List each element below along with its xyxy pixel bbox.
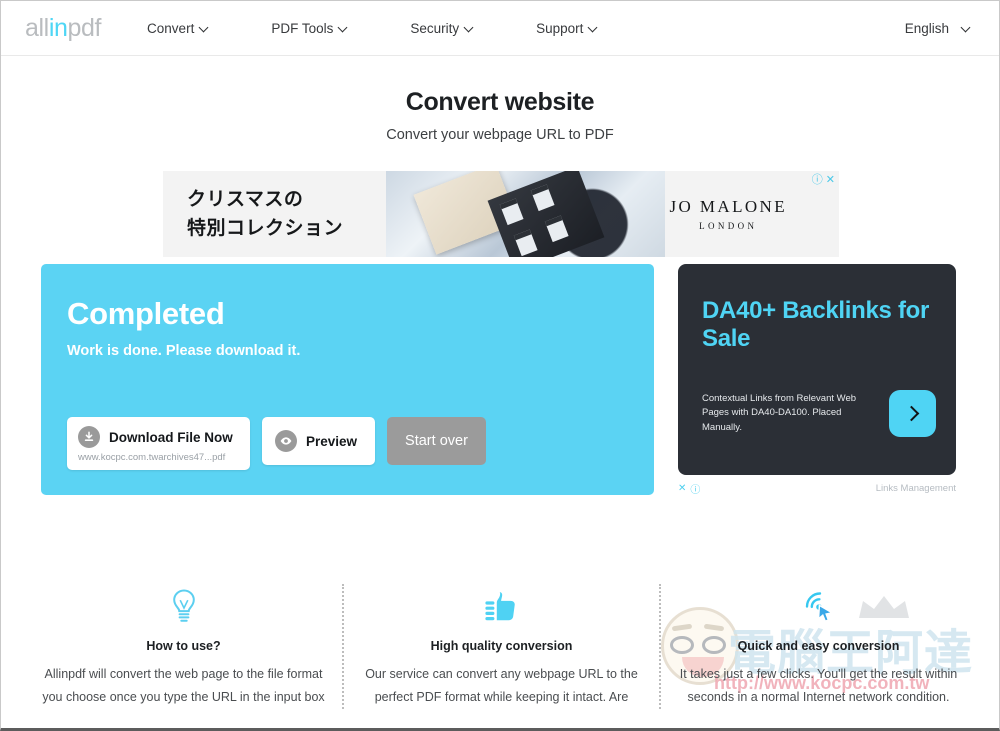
ad-bottle xyxy=(513,229,538,257)
sidebar-advertisement: DA40+ Backlinks for Sale Contextual Link… xyxy=(678,264,956,497)
nav-label: PDF Tools xyxy=(271,20,334,36)
close-icon[interactable]: ✕ xyxy=(826,175,835,186)
nav-item-support[interactable]: Support xyxy=(534,17,600,40)
top-advertisement[interactable]: クリスマスの 特別コレクション JO MALONE LONDON ⓘ ✕ xyxy=(163,171,839,257)
logo-highlight: in xyxy=(48,13,68,42)
download-button-label: Download File Now xyxy=(109,429,233,445)
language-label: English xyxy=(904,20,949,36)
preview-button[interactable]: Preview xyxy=(262,417,376,465)
ad-controls: ⓘ ✕ xyxy=(812,175,835,186)
ad-product-image xyxy=(386,171,665,257)
browser-page: allinpdf Convert PDF Tools Security Supp… xyxy=(0,0,1000,731)
ad-description: Contextual Links from Relevant Web Pages… xyxy=(702,393,857,433)
feature-heading: How to use? xyxy=(146,639,221,653)
chevron-down-icon xyxy=(589,23,598,32)
cursor-click-icon xyxy=(669,584,968,630)
conversion-complete-panel: Completed Work is done. Please download … xyxy=(41,264,654,495)
eye-circle-icon xyxy=(275,430,297,452)
close-icon[interactable]: ✕ xyxy=(678,483,686,494)
feature-quick-easy: Quick and easy conversion It takes just … xyxy=(659,584,976,710)
status-message: Work is done. Please download it. xyxy=(67,343,301,359)
ad-jp-line-1: クリスマスの xyxy=(187,188,304,210)
nav-item-security[interactable]: Security xyxy=(408,17,476,40)
info-icon[interactable]: ⓘ xyxy=(690,481,700,496)
ad-japanese-copy: クリスマスの 特別コレクション xyxy=(187,185,343,244)
backlinks-ad-card[interactable]: DA40+ Backlinks for Sale Contextual Link… xyxy=(678,264,956,475)
action-button-row: Download File Now www.kocpc.com.twarchiv… xyxy=(67,417,486,470)
chevron-down-icon xyxy=(962,23,971,32)
preview-button-label: Preview xyxy=(306,433,358,449)
ad-bottle xyxy=(530,184,555,212)
page-title: Convert website xyxy=(405,88,595,116)
feature-heading: Quick and easy conversion xyxy=(737,639,900,653)
page-subtitle: Convert your webpage URL to PDF xyxy=(386,127,614,143)
ad-bottle xyxy=(499,198,524,226)
ad-brand-city: LONDON xyxy=(699,221,758,231)
ad-headline: DA40+ Backlinks for Sale xyxy=(702,297,930,353)
nav-label: Security xyxy=(410,20,460,36)
feature-body: Allinpdf will convert the web page to th… xyxy=(42,667,325,705)
nav-label: Support xyxy=(536,20,584,36)
site-logo[interactable]: allinpdf xyxy=(25,13,102,42)
nav-item-convert[interactable]: Convert xyxy=(145,17,211,40)
chevron-down-icon xyxy=(200,23,209,32)
ad-advertiser-credit: Links Management xyxy=(875,482,956,494)
nav-item-pdf-tools[interactable]: PDF Tools xyxy=(269,17,350,40)
feature-how-to-use: How to use? Allinpdf will convert the we… xyxy=(25,584,342,709)
ad-bottle xyxy=(544,215,569,243)
logo-suffix: pdf xyxy=(67,13,102,42)
ad-bottle-tray xyxy=(487,171,605,257)
download-file-button[interactable]: Download File Now www.kocpc.com.twarchiv… xyxy=(67,417,250,470)
chevron-right-icon[interactable] xyxy=(889,390,936,437)
logo-prefix: all xyxy=(25,13,49,42)
main-navigation: Convert PDF Tools Security Support xyxy=(145,17,600,40)
feature-body: Our service can convert any webpage URL … xyxy=(365,667,638,705)
info-icon[interactable]: ⓘ xyxy=(812,175,823,186)
start-over-button[interactable]: Start over xyxy=(387,417,486,465)
thumbs-up-icon xyxy=(352,584,651,630)
chevron-down-icon xyxy=(339,23,348,32)
download-circle-icon xyxy=(78,426,100,448)
feature-body: It takes just a few clicks. You'll get t… xyxy=(679,667,958,705)
ad-brand-name: JO MALONE xyxy=(669,197,787,216)
hero-block: Convert website Convert your webpage URL… xyxy=(1,88,999,143)
feature-high-quality: High quality conversion Our service can … xyxy=(342,584,659,710)
status-title: Completed xyxy=(67,296,225,331)
lightbulb-icon xyxy=(33,584,334,630)
download-filename: www.kocpc.com.twarchives47...pdf xyxy=(78,452,226,463)
language-selector[interactable]: English xyxy=(905,21,977,36)
feature-heading: High quality conversion xyxy=(430,639,573,653)
ad-footer-bar: ✕ ⓘ Links Management xyxy=(678,479,956,497)
chevron-down-icon xyxy=(465,23,474,32)
ad-footer-controls: ✕ ⓘ xyxy=(678,481,700,496)
features-section: How to use? Allinpdf will convert the we… xyxy=(25,584,977,710)
ad-jp-line-2: 特別コレクション xyxy=(187,217,344,240)
site-header: allinpdf Convert PDF Tools Security Supp… xyxy=(1,1,999,56)
nav-label: Convert xyxy=(147,20,195,36)
ad-brand-lockup: JO MALONE LONDON xyxy=(670,197,787,231)
